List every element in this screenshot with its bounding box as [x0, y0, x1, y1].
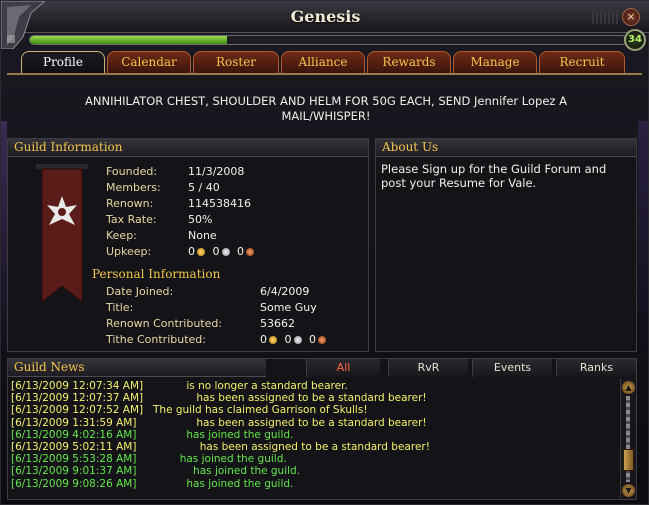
upkeep-silver: 0: [212, 245, 220, 258]
upkeep-gold: 0: [188, 245, 195, 258]
news-item: [6/13/2009 12:07:52 AM] The guild has cla…: [11, 404, 615, 416]
news-text: has joined the guild.: [153, 477, 294, 490]
title-value: Some Guy: [260, 301, 317, 314]
news-text: has joined the guild.: [153, 465, 301, 478]
message-of-the-day: ANNIHILATOR CHEST, SHOULDER AND HELM FOR…: [31, 94, 621, 124]
tithe-gold: 0: [260, 333, 267, 346]
news-item: [6/13/2009 5:53:28 AM] has joined the gu…: [11, 453, 615, 465]
drag-grip-icon[interactable]: [592, 10, 618, 24]
guild-window: Genesis × 34 Profile Calendar Roster All…: [0, 0, 649, 505]
guild-level-badge: 34: [624, 29, 646, 51]
news-timestamp: [6/13/2009 9:08:26 AM]: [11, 477, 137, 490]
silver-coin-icon: [293, 336, 302, 344]
tab-calendar[interactable]: Calendar: [107, 51, 191, 73]
tax-rate-value: 50%: [188, 213, 213, 226]
tab-rewards[interactable]: Rewards: [367, 51, 451, 73]
members-value: 5 / 40: [188, 181, 220, 194]
news-text: has been assigned to be a standard beare…: [153, 416, 427, 429]
news-text: has joined the guild.: [153, 453, 287, 466]
filter-rvr[interactable]: RvR: [388, 359, 468, 377]
renown-label: Renown:: [106, 197, 154, 210]
news-timestamp: [6/13/2009 12:07:37 AM]: [11, 392, 144, 405]
news-text: The guild has claimed Garrison of Skulls…: [153, 404, 368, 417]
scroll-down-icon[interactable]: ▼: [622, 484, 635, 497]
founded-label: Founded:: [106, 165, 158, 178]
news-timestamp: [6/13/2009 1:31:59 AM]: [11, 416, 137, 429]
guild-news-panel: Guild News All RvR Events Ranks [6/13/20…: [7, 358, 637, 500]
news-item: [6/13/2009 1:31:59 AM] has been assigned…: [11, 417, 615, 429]
gold-coin-icon: [197, 248, 205, 256]
tab-divider: [7, 73, 642, 75]
date-joined-label: Date Joined:: [106, 285, 174, 298]
filter-events[interactable]: Events: [472, 359, 552, 377]
members-label: Members:: [106, 181, 161, 194]
tab-alliance[interactable]: Alliance: [281, 51, 365, 73]
title-label: Title:: [106, 301, 134, 314]
news-item: [6/13/2009 12:07:37 AM] has been assigne…: [11, 392, 615, 404]
tax-rate-label: Tax Rate:: [106, 213, 157, 226]
about-us-panel: About Us Please Sign up for the Guild Fo…: [375, 138, 637, 352]
tithe-contributed-label: Tithe Contributed:: [106, 333, 206, 346]
tithe-silver: 0: [284, 333, 292, 346]
tab-recruit[interactable]: Recruit: [539, 51, 625, 73]
guild-news-header: Guild News: [8, 359, 266, 377]
personal-information-header: Personal Information: [92, 267, 221, 281]
tab-bar: Profile Calendar Roster Alliance Rewards…: [21, 51, 631, 73]
founded-value: 11/3/2008: [188, 165, 245, 178]
news-item: [6/13/2009 12:07:34 AM] is no longer a s…: [11, 380, 615, 392]
tab-roster[interactable]: Roster: [193, 51, 279, 73]
silver-coin-icon: [221, 248, 230, 256]
news-text: has been assigned to be a standard beare…: [153, 392, 427, 405]
news-text: has been assigned to be a standard beare…: [153, 440, 430, 453]
scroll-thumb[interactable]: [623, 449, 634, 471]
motd-line-1: ANNIHILATOR CHEST, SHOULDER AND HELM FOR…: [85, 94, 567, 108]
upkeep-value: 0 0 0: [188, 245, 258, 258]
guild-information-header: Guild Information: [8, 139, 368, 157]
progress-fill: [30, 36, 227, 44]
close-button[interactable]: ×: [622, 8, 640, 26]
window-title: Genesis: [290, 7, 361, 26]
renown-value: 114538416: [188, 197, 251, 210]
about-us-header: About Us: [376, 139, 636, 157]
date-joined-value: 6/4/2009: [260, 285, 310, 298]
news-timestamp: [6/13/2009 12:07:52 AM]: [11, 404, 144, 417]
guild-banner-icon: [36, 164, 88, 304]
news-item: [6/13/2009 5:02:11 AM] has been assigned…: [11, 441, 615, 453]
tab-profile[interactable]: Profile: [21, 51, 105, 73]
scroll-up-icon[interactable]: ▲: [622, 381, 635, 394]
news-item: [6/13/2009 9:08:26 AM] has joined the gu…: [11, 478, 615, 490]
news-timestamp: [6/13/2009 5:53:28 AM]: [11, 453, 137, 466]
guild-information-panel: Guild Information Founded: 11/3/2008 Mem…: [7, 138, 369, 352]
copper-coin-icon: [246, 248, 254, 256]
upkeep-label: Upkeep:: [106, 245, 152, 258]
keep-label: Keep:: [106, 229, 137, 242]
tithe-contributed-value: 0 0 0: [260, 333, 330, 346]
right-border-ornament: [638, 121, 648, 351]
news-item: [6/13/2009 9:01:37 AM] has joined the gu…: [11, 465, 615, 477]
copper-coin-icon: [318, 336, 326, 344]
news-timestamp: [6/13/2009 12:07:34 AM]: [11, 380, 144, 392]
renown-contributed-value: 53662: [260, 317, 295, 330]
filter-all[interactable]: All: [306, 359, 380, 377]
news-scrollbar[interactable]: ▲ ▼: [620, 379, 636, 499]
news-timestamp: [6/13/2009 4:02:16 AM]: [11, 428, 137, 441]
tab-manage[interactable]: Manage: [453, 51, 537, 73]
tithe-copper: 0: [309, 333, 316, 346]
news-timestamp: [6/13/2009 9:01:37 AM]: [11, 465, 137, 478]
keep-value: None: [188, 229, 217, 242]
filter-ranks[interactable]: Ranks: [556, 359, 636, 377]
news-text: has joined the guild.: [153, 428, 294, 441]
news-timestamp: [6/13/2009 5:02:11 AM]: [11, 440, 137, 453]
title-bar[interactable]: Genesis ×: [1, 1, 649, 33]
guild-rank-progress-bar: [29, 35, 627, 45]
upkeep-copper: 0: [237, 245, 244, 258]
about-us-text: Please Sign up for the Guild Forum and p…: [381, 162, 607, 190]
renown-contributed-label: Renown Contributed:: [106, 317, 223, 330]
news-item: [6/13/2009 4:02:16 AM] has joined the gu…: [11, 429, 615, 441]
news-list: [6/13/2009 12:07:34 AM] is no longer a s…: [11, 380, 615, 498]
motd-line-2: MAIL/WHISPER!: [281, 109, 371, 123]
gold-coin-icon: [269, 336, 277, 344]
news-text: is no longer a standard bearer.: [153, 380, 348, 392]
